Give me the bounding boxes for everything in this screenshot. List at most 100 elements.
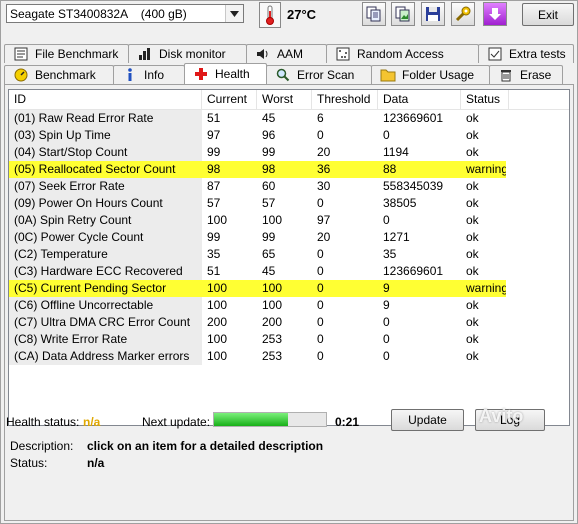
copy-icon	[366, 6, 381, 22]
table-row[interactable]: (C8) Write Error Rate 100 253 0 0 ok	[9, 331, 569, 348]
cell-current: 87	[207, 179, 221, 193]
info-icon	[122, 68, 138, 83]
tab-disk-monitor[interactable]: Disk monitor	[128, 44, 247, 63]
cell-data: 0	[383, 315, 390, 329]
cell-worst: 200	[262, 315, 283, 329]
tab-random-access[interactable]: Random Access	[326, 44, 479, 63]
cell-threshold: 0	[317, 264, 324, 278]
cell-status: ok	[466, 332, 479, 346]
cell-current: 200	[207, 315, 228, 329]
cell-data: 1194	[383, 145, 409, 159]
exit-button[interactable]: Exit	[522, 3, 574, 26]
tab-extra-tests[interactable]: Extra tests	[478, 44, 574, 63]
column-header-id[interactable]: ID	[9, 90, 202, 109]
tab-health[interactable]: Health	[184, 63, 267, 84]
table-row[interactable]: (0A) Spin Retry Count 100 100 97 0 ok	[9, 212, 569, 229]
tab-info[interactable]: Info	[113, 65, 185, 84]
cell-current: 51	[207, 111, 221, 125]
tab-file-benchmark[interactable]: File Benchmark	[4, 44, 129, 63]
cell-status: ok	[466, 264, 479, 278]
drive-select[interactable]: Seagate ST3400832A (400 gB)	[6, 4, 244, 23]
table-row[interactable]: (0C) Power Cycle Count 99 99 20 1271 ok	[9, 229, 569, 246]
magnifier-icon	[275, 68, 291, 83]
cell-id: (C7) Ultra DMA CRC Error Count	[9, 314, 202, 331]
temperature-value: 27°C	[287, 7, 317, 22]
cell-id: (07) Seek Error Rate	[9, 178, 202, 195]
table-row[interactable]: (C5) Current Pending Sector 100 100 0 9 warni…	[9, 280, 569, 297]
table-row[interactable]: (09) Power On Hours Count 57 57 0 38505 ok	[9, 195, 569, 212]
table-row[interactable]: (03) Spin Up Time 97 96 0 0 ok	[9, 127, 569, 144]
cell-data: 0	[383, 213, 390, 227]
cell-data: 1271	[383, 230, 410, 244]
cell-threshold: 0	[317, 196, 324, 210]
table-row[interactable]: (01) Raw Read Error Rate 51 45 6 123669601 ok	[9, 110, 569, 127]
tab-label: Folder Usage	[402, 68, 475, 82]
cell-threshold: 36	[312, 161, 378, 178]
cell-status: ok	[466, 298, 479, 312]
tab-folder-usage[interactable]: Folder Usage	[371, 65, 490, 84]
save-button[interactable]	[421, 2, 445, 26]
cell-id: (C5) Current Pending Sector	[9, 280, 202, 297]
cell-data: 123669601	[383, 264, 444, 278]
table-row[interactable]: (C3) Hardware ECC Recovered 51 45 0 12366960…	[9, 263, 569, 280]
tab-benchmark[interactable]: Benchmark	[4, 65, 114, 84]
cell-status: ok	[466, 111, 479, 125]
cell-id: (C2) Temperature	[9, 246, 202, 263]
cell-worst: 100	[262, 298, 283, 312]
cell-current: 99	[207, 145, 221, 159]
cell-data: 9	[378, 280, 461, 297]
tab-label: Disk monitor	[159, 47, 226, 61]
cell-current: 98	[202, 161, 257, 178]
cell-worst: 253	[262, 332, 283, 346]
tab-label: Random Access	[357, 47, 444, 61]
cell-status: ok	[466, 349, 479, 363]
table-row[interactable]: (CA) Data Address Marker errors 100 253 0 0 o…	[9, 348, 569, 365]
cell-threshold: 97	[317, 213, 331, 227]
tab-error-scan[interactable]: Error Scan	[266, 65, 372, 84]
tab-label: File Benchmark	[35, 47, 119, 61]
column-header-status[interactable]: Status	[461, 90, 509, 109]
tab-erase[interactable]: Erase	[489, 65, 563, 84]
cell-threshold: 0	[317, 332, 324, 346]
cell-current: 100	[207, 349, 228, 363]
column-header-threshold[interactable]: Threshold	[312, 90, 378, 109]
cell-data: 0	[383, 349, 390, 363]
extra-tests-icon	[487, 47, 503, 62]
download-button[interactable]	[483, 2, 507, 26]
app-window: Seagate ST3400832A (400 gB) 27°C Exit Fi…	[0, 0, 578, 524]
table-row[interactable]: (C6) Offline Uncorrectable 100 100 0 9 ok	[9, 297, 569, 314]
options-button[interactable]	[451, 2, 475, 26]
tab-label: Health	[215, 67, 250, 81]
progress-fill	[214, 413, 288, 426]
column-header-data[interactable]: Data	[378, 90, 461, 109]
cell-worst: 57	[262, 196, 276, 210]
health-panel: ID Current Worst Threshold Data Status (…	[4, 84, 574, 521]
table-row[interactable]: (04) Start/Stop Count 99 99 20 1194 ok	[9, 144, 569, 161]
tab-aam[interactable]: AAM	[246, 44, 327, 63]
cell-worst: 99	[262, 230, 276, 244]
cell-id: (0A) Spin Retry Count	[9, 212, 202, 229]
cell-status: ok	[466, 247, 479, 261]
table-row[interactable]: (07) Seek Error Rate 87 60 30 558345039 ok	[9, 178, 569, 195]
cell-data: 0	[383, 128, 390, 142]
table-header: ID Current Worst Threshold Data Status	[9, 90, 569, 110]
copy-image-button[interactable]	[391, 2, 415, 26]
cell-worst: 65	[262, 247, 276, 261]
column-header-worst[interactable]: Worst	[257, 90, 312, 109]
table-row[interactable]: (05) Reallocated Sector Count 98 98 36 88 war…	[9, 161, 569, 178]
cell-threshold: 0	[317, 315, 324, 329]
disk-monitor-icon	[137, 47, 153, 62]
column-header-current[interactable]: Current	[202, 90, 257, 109]
smart-attribute-table[interactable]: ID Current Worst Threshold Data Status (…	[8, 89, 570, 426]
copy-image-icon	[395, 6, 410, 22]
copy-text-button[interactable]	[362, 2, 386, 26]
chevron-down-icon[interactable]	[225, 5, 243, 22]
cell-worst: 100	[262, 213, 283, 227]
cell-threshold: 0	[317, 128, 324, 142]
cell-current: 100	[207, 213, 228, 227]
update-button[interactable]: Update	[391, 409, 464, 431]
cell-id: (C8) Write Error Rate	[9, 331, 202, 348]
table-row[interactable]: (C7) Ultra DMA CRC Error Count 200 200 0 0 ok	[9, 314, 569, 331]
table-row[interactable]: (C2) Temperature 35 65 0 35 ok	[9, 246, 569, 263]
cell-id: (03) Spin Up Time	[9, 127, 202, 144]
